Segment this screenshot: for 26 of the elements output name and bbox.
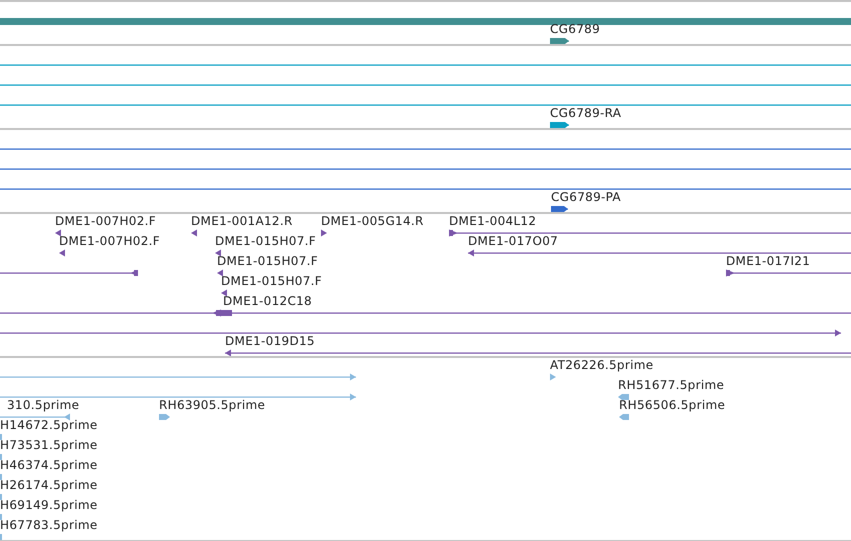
feature-label: 310.5prime <box>7 398 80 412</box>
feature-label: DME1-005G14.R <box>321 214 424 228</box>
feature-label: H46374.5prime <box>0 458 98 472</box>
feature-label: H69149.5prime <box>0 498 98 512</box>
feature-label: H14672.5prime <box>0 418 98 432</box>
feature-label: DME1-015H07.F <box>215 234 316 248</box>
feature-label: CG6789-PA <box>551 190 621 204</box>
feature-label: DME1-017O07 <box>468 234 558 248</box>
feature-label: RH56506.5prime <box>619 398 726 412</box>
feature-label: H67783.5prime <box>0 518 98 532</box>
feature-label: H26174.5prime <box>0 478 98 492</box>
feature-label: DME1-004L12 <box>449 214 536 228</box>
feature-label: CG6789-RA <box>550 106 622 120</box>
feature-label: DME1-007H02.F <box>55 214 156 228</box>
feature-label: DME1-007H02.F <box>59 234 160 248</box>
feature-label: DME1-001A12.R <box>191 214 293 228</box>
feature-label: DME1-019D15 <box>225 334 315 348</box>
feature-label: CG6789 <box>550 22 600 36</box>
feature-label: DME1-012C18 <box>223 294 312 308</box>
feature-label: H73531.5prime <box>0 438 98 452</box>
feature-label: DME1-015H07.F <box>217 254 318 268</box>
feature-label: DME1-015H07.F <box>221 274 322 288</box>
feature-label: DME1-017I21 <box>726 254 810 268</box>
feature-label: RH51677.5prime <box>618 378 724 392</box>
feature-label: RH63905.5prime <box>159 398 266 412</box>
feature-label: AT26226.5prime <box>550 358 654 372</box>
